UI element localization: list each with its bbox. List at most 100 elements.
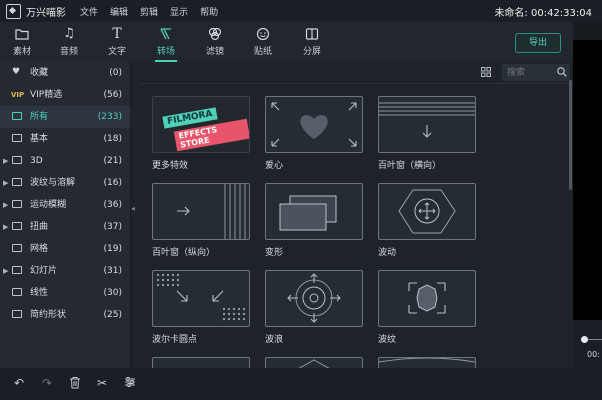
redo-icon[interactable]: ↷ [40,376,54,390]
tab-filter[interactable]: 滤镜 [195,26,235,57]
cut-icon[interactable]: ✂ [95,376,109,390]
library-scrollbar[interactable] [569,80,572,190]
transition-tile-polka-dots[interactable]: 波尔卡圆点 [152,270,250,345]
sidebar-item-label: 扭曲 [30,222,49,232]
sidebar-item-slideshow[interactable]: ▶ 幻灯片 (31) [0,260,130,282]
filter-icon [195,26,235,42]
tab-label: 分屏 [302,47,321,57]
media-toolbar: 素材 ♫ 音频 T 文字 转场 滤镜 贴纸 分屏 导出 [0,22,573,62]
polka-dot [232,312,236,316]
polka-dot [171,273,175,277]
polka-dot [227,312,231,316]
app-name: 万兴喵影 [26,7,66,19]
sidebar-item-grid[interactable]: 网格 (19) [0,238,130,260]
polka-dots-thumbnail [152,270,250,327]
sidebar-item-label: 幻灯片 [30,266,58,276]
polka-dot [176,278,180,282]
sidebar-item-vip[interactable]: VIP VIP精选 (56) [0,84,130,106]
title-bar: 万兴喵影 文件 编辑 剪辑 显示 帮助 未命名: 00:42:33:04 [0,0,602,22]
morph-thumbnail [265,183,363,240]
folder-icon [12,266,22,274]
tile-label: 波纹 [378,335,397,345]
transition-tile-ripples[interactable]: 波纹 [378,270,476,345]
sidebar-item-count: (0) [109,68,122,78]
blinds-vertical-thumbnail [152,183,250,240]
sidebar-item-basic[interactable]: 基本 (18) [0,128,130,150]
transition-tile-heart[interactable]: 爱心 [265,96,363,171]
collapse-sidebar-icon[interactable]: ◂ [131,204,135,213]
export-button[interactable]: 导出 [515,33,561,53]
tile-label: 更多特效 [152,161,189,171]
transition-tile-blinds-vertical[interactable]: 百叶窗（纵向） [152,183,250,258]
polka-dot [227,307,231,311]
expand-arrow-icon[interactable]: ▶ [3,260,8,282]
sidebar-item-simple-shapes[interactable]: 简约形状 (25) [0,304,130,326]
folder-icon [12,112,22,120]
transition-tile-blinds-horizontal[interactable]: 百叶窗（横向） [378,96,476,171]
sidebar-item-warp[interactable]: ▶ 扭曲 (37) [0,216,130,238]
folder-icon [12,288,22,296]
menu-file[interactable]: 文件 [80,5,98,18]
polka-dot [161,273,165,277]
menu-view[interactable]: 显示 [170,5,188,18]
effects-store-thumbnail: FILMORA EFFECTS STORE [152,96,250,153]
delete-icon[interactable] [68,376,82,390]
sidebar-item-favorites[interactable]: ♥ 收藏 (0) [0,62,130,84]
tab-transition[interactable]: 转场 [146,26,186,62]
transition-tile-more-effects[interactable]: FILMORA EFFECTS STORE 更多特效 [152,96,250,171]
search-icon[interactable] [557,67,567,77]
polka-dot [156,283,160,287]
undo-icon[interactable]: ↶ [12,376,26,390]
tab-sticker[interactable]: 贴纸 [243,26,283,57]
polka-dot [222,312,226,316]
menu-edit[interactable]: 编辑 [110,5,128,18]
transition-tile-row4-2[interactable] [265,357,363,368]
folder-icon [12,222,22,230]
polka-dot [156,278,160,282]
expand-arrow-icon[interactable]: ▶ [3,194,8,216]
tab-text[interactable]: T 文字 [97,26,137,57]
transition-tile-row4-1[interactable] [152,357,250,368]
sidebar-item-all[interactable]: 所有 (233) [0,106,130,128]
project-name: 未命名: 00:42:33:04 [494,7,592,19]
expand-arrow-icon[interactable]: ▶ [3,216,8,238]
tile-label: 变形 [265,248,284,258]
menu-help[interactable]: 帮助 [200,5,218,18]
polka-dot [242,307,246,311]
sidebar-item-count: (21) [103,156,122,166]
sidebar-item-motion-blur[interactable]: ▶ 运动模糊 (36) [0,194,130,216]
transition-tile-row4-3[interactable] [378,357,476,368]
transition-library: FILMORA EFFECTS STORE 更多特效 爱心 百叶窗（横向） [140,62,573,368]
sidebar-item-3d[interactable]: ▶ 3D (21) [0,150,130,172]
transition-tile-ripple[interactable]: 波浪 [265,270,363,345]
search-input[interactable] [507,66,551,79]
category-sidebar: ♥ 收藏 (0) VIP VIP精选 (56) 所有 (233) 基本 (18)… [0,62,131,368]
sidebar-item-ripple-dissolve[interactable]: ▶ 波纹与溶解 (16) [0,172,130,194]
polka-dot [242,312,246,316]
folder-icon [12,244,22,252]
expand-arrow-icon[interactable]: ▶ [3,150,8,172]
sidebar-item-count: (233) [97,112,122,122]
sidebar-item-linear[interactable]: 线性 (30) [0,282,130,304]
tab-audio[interactable]: ♫ 音频 [49,26,89,57]
grid-view-icon[interactable] [481,67,491,77]
sidebar-item-count: (18) [103,134,122,144]
folder-icon [12,156,22,164]
menu-clip[interactable]: 剪辑 [140,5,158,18]
preview-playhead-handle[interactable] [581,336,588,343]
sidebar-item-label: 运动模糊 [30,200,67,210]
tab-media[interactable]: 素材 [2,26,42,57]
vip-badge: VIP [11,91,25,99]
preview-scrubber-track[interactable] [587,339,602,340]
polka-dot [222,317,226,321]
sidebar-item-label: 收藏 [30,68,49,78]
tab-split-screen[interactable]: 分屏 [292,26,332,57]
tile-label: 波动 [378,248,397,258]
transition-tile-morph[interactable]: 变形 [265,183,363,258]
sticker-icon [243,26,283,42]
adjust-icon[interactable] [123,376,137,390]
tile-thumbnail [265,357,363,368]
expand-arrow-icon[interactable]: ▶ [3,172,8,194]
sidebar-item-count: (16) [103,178,122,188]
transition-tile-wave-motion[interactable]: 波动 [378,183,476,258]
